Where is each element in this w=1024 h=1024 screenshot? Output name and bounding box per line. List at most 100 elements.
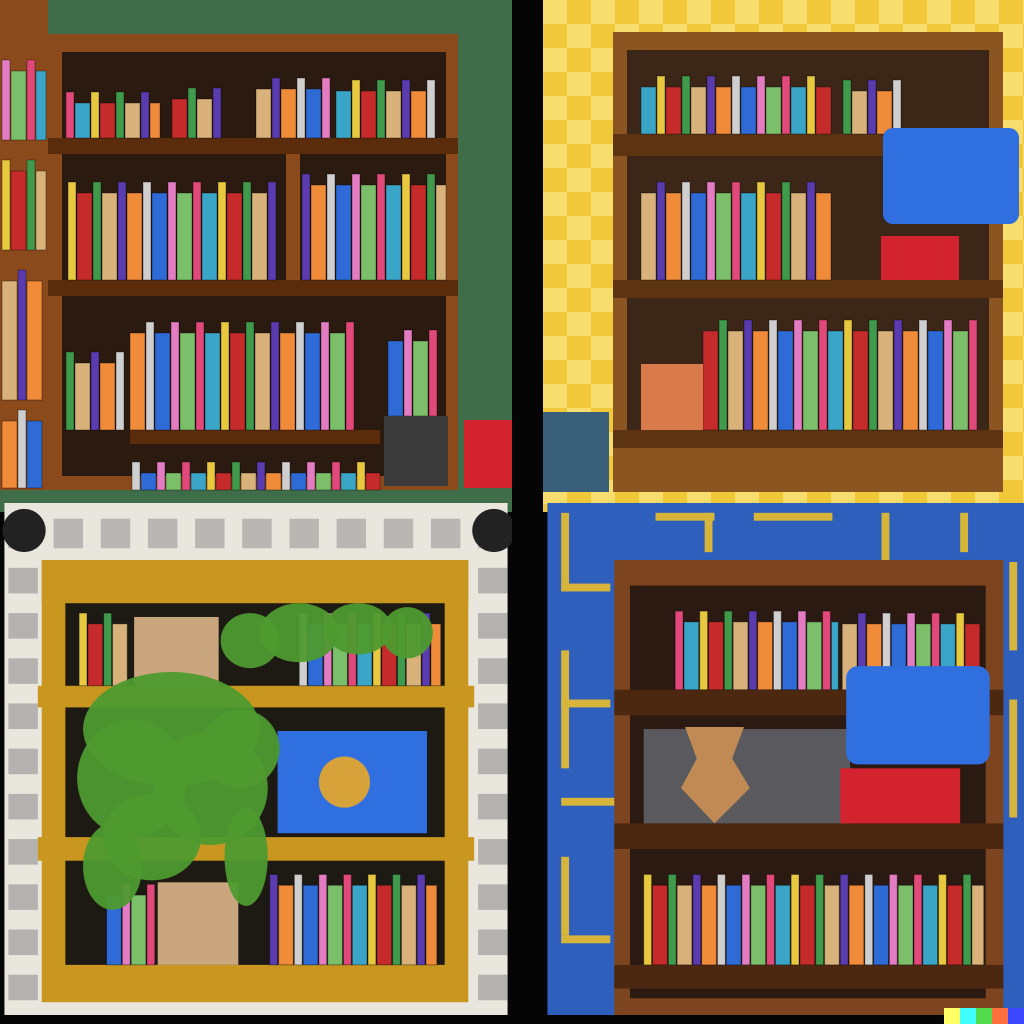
- book: [768, 319, 778, 431]
- book: [17, 409, 27, 489]
- book: [74, 362, 91, 431]
- pattern-bar: [561, 512, 570, 592]
- wall-tile: [147, 518, 178, 549]
- leaf-cluster: [381, 607, 433, 659]
- book: [927, 330, 944, 431]
- book: [699, 610, 709, 691]
- book: [681, 75, 691, 135]
- checker-tile: [543, 0, 567, 24]
- watermark-swatch: [976, 1008, 992, 1024]
- book: [656, 181, 666, 281]
- shelf-board-2: [613, 280, 1003, 298]
- book: [938, 873, 947, 966]
- book: [715, 192, 732, 281]
- book: [848, 884, 865, 966]
- book: [278, 884, 294, 966]
- shelf-board-1: [48, 138, 458, 154]
- book: [410, 90, 427, 139]
- wall-tile: [478, 567, 508, 594]
- wall-tile: [478, 703, 508, 730]
- book: [320, 321, 330, 431]
- pattern-bar: [753, 512, 833, 521]
- book: [176, 192, 193, 281]
- book: [65, 91, 75, 139]
- checker-tile: [567, 72, 591, 96]
- speaker-left: [2, 508, 46, 553]
- book: [190, 472, 207, 491]
- book: [351, 173, 361, 281]
- book: [701, 884, 717, 966]
- book: [306, 461, 316, 491]
- book: [115, 351, 125, 431]
- book: [674, 610, 684, 691]
- book: [815, 192, 832, 281]
- wall-tile: [8, 884, 38, 910]
- book: [130, 894, 147, 966]
- book: [827, 330, 844, 431]
- book: [318, 873, 328, 966]
- book: [748, 610, 758, 691]
- book: [756, 75, 766, 135]
- book: [971, 884, 985, 966]
- checker-tile: [543, 96, 567, 120]
- book: [131, 461, 141, 491]
- checker-tile: [639, 0, 663, 24]
- book: [367, 873, 377, 966]
- book: [892, 79, 902, 135]
- book: [305, 88, 322, 139]
- checker-tile: [567, 360, 591, 384]
- book: [167, 181, 177, 281]
- shelf-board-2: [614, 823, 1004, 849]
- book: [790, 873, 800, 966]
- pattern-bar: [561, 797, 621, 806]
- book: [251, 192, 268, 281]
- checker-tile: [735, 0, 759, 24]
- book: [179, 332, 196, 431]
- book: [270, 321, 280, 431]
- book: [345, 321, 355, 431]
- checker-tile: [543, 384, 567, 408]
- checker-tile: [567, 168, 591, 192]
- checker-tile: [783, 0, 807, 24]
- pattern-bar: [704, 512, 713, 553]
- book: [90, 91, 100, 139]
- book: [681, 181, 691, 281]
- book: [342, 873, 352, 966]
- book: [756, 181, 766, 281]
- book: [35, 170, 47, 251]
- book: [946, 884, 963, 966]
- book: [401, 173, 411, 281]
- book: [256, 461, 266, 491]
- shelf-board-3: [130, 430, 380, 444]
- book: [815, 86, 832, 135]
- book: [725, 884, 742, 966]
- wall-tile: [8, 793, 38, 820]
- wall-tile: [242, 518, 272, 549]
- wall-tile: [478, 793, 508, 820]
- checker-tile: [567, 120, 591, 144]
- book: [206, 461, 216, 491]
- book: [220, 321, 230, 431]
- checker-tile: [567, 216, 591, 240]
- book: [295, 321, 305, 431]
- wall-tile: [8, 929, 38, 956]
- checker-tile: [975, 0, 999, 24]
- book: [806, 621, 823, 691]
- wall-tile: [478, 658, 508, 684]
- book: [708, 621, 724, 691]
- book: [888, 873, 898, 966]
- checker-tile: [567, 312, 591, 336]
- book: [727, 330, 744, 431]
- checker-tile: [543, 192, 567, 216]
- wall-tile: [8, 974, 38, 1001]
- book: [690, 192, 707, 281]
- book: [824, 884, 840, 966]
- book: [226, 192, 243, 281]
- wall-tile: [195, 518, 225, 549]
- book: [242, 181, 252, 281]
- red-box: [881, 236, 959, 280]
- wall-tile: [53, 518, 84, 549]
- checker-tile: [927, 0, 951, 24]
- book: [922, 884, 939, 966]
- wall-panel: [643, 729, 851, 824]
